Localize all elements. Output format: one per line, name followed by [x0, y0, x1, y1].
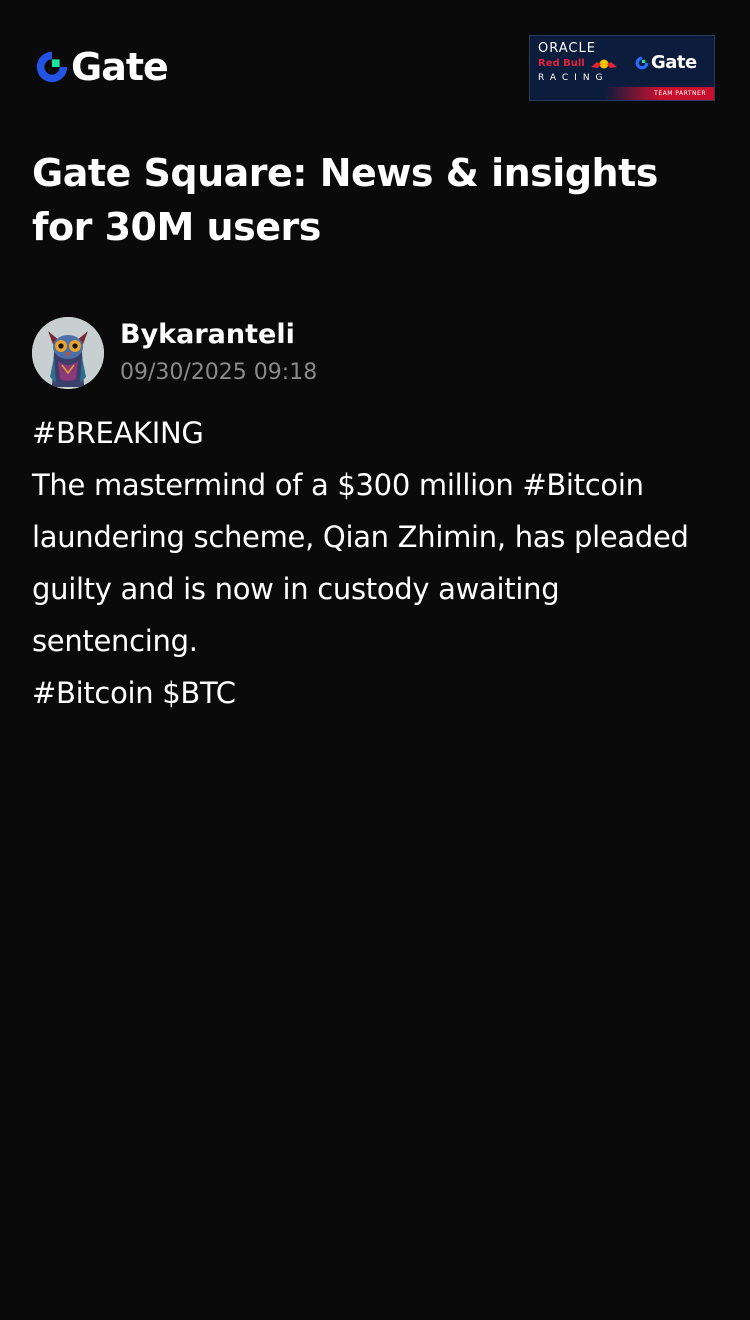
- post-author: Bykaranteli 09/30/2025 09:18: [32, 317, 722, 389]
- post-line: sentencing.: [32, 624, 198, 658]
- post-line: #BREAKING: [32, 416, 204, 450]
- gate-logo-text: Gate: [71, 45, 169, 89]
- post-line: #Bitcoin $BTC: [32, 676, 236, 710]
- partner-gate-text: Gate: [651, 52, 697, 73]
- oracle-label: ORACLE: [538, 41, 596, 56]
- team-partner-label: TEAM PARTNER: [654, 90, 706, 97]
- partner-gate-logo: Gate: [634, 52, 697, 73]
- team-partner-strip: TEAM PARTNER: [530, 87, 714, 100]
- author-name[interactable]: Bykaranteli: [120, 317, 295, 353]
- gate-logo-icon: [36, 51, 68, 83]
- team-partner-badge[interactable]: ORACLE Red Bull RACING Gate TEAM PARTNER: [529, 35, 715, 101]
- post-line: The mastermind of a $300 million #Bitcoi…: [32, 468, 644, 502]
- post-timestamp: 09/30/2025 09:18: [120, 360, 318, 385]
- red-bull-label: Red Bull: [538, 58, 585, 69]
- app-header: Gate ORACLE Red Bull RACING Gate TEAM PA…: [0, 0, 750, 120]
- gate-small-logo-icon: [635, 56, 649, 69]
- owl-avatar-icon: [32, 317, 104, 389]
- post-body: #BREAKING The mastermind of a $300 milli…: [32, 407, 732, 719]
- page-title: Gate Square: News & insights for 30M use…: [32, 151, 658, 249]
- oracle-red-bull-racing-logo: ORACLE Red Bull RACING: [538, 42, 628, 84]
- racing-label: RACING: [538, 73, 609, 83]
- gate-logo[interactable]: Gate: [33, 45, 169, 89]
- post-line: laundering scheme, Qian Zhimin, has plea…: [32, 520, 689, 554]
- avatar[interactable]: [32, 317, 104, 389]
- red-bull-icon: [590, 59, 617, 69]
- post-line: guilty and is now in custody awaiting: [32, 572, 560, 606]
